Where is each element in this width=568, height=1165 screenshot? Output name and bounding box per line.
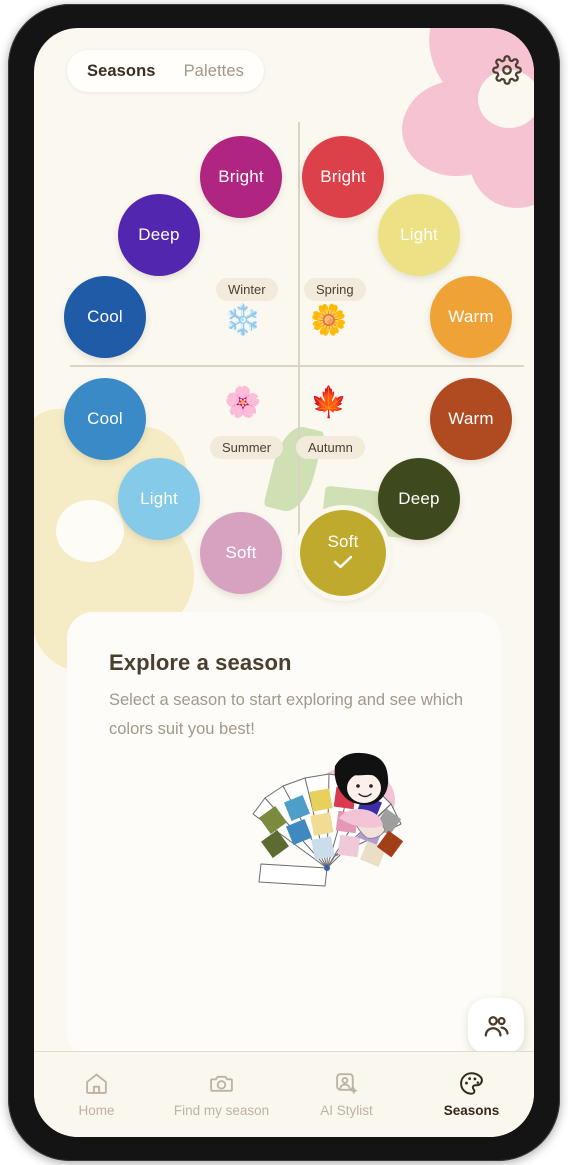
tab-seasons[interactable]: Seasons <box>73 50 170 92</box>
phone-frame: Seasons Palettes ❄️ Winter Bright Deep C… <box>8 4 560 1161</box>
grid-vertical-divider <box>298 122 300 572</box>
attribute-label: Deep <box>138 225 180 244</box>
color-fan-illustration <box>235 752 425 912</box>
attribute-circle-spring-warm[interactable]: Warm <box>430 276 512 358</box>
nav-item-home[interactable]: Home <box>34 1052 159 1137</box>
season-emoji-autumn: 🍁 <box>310 386 348 419</box>
bottom-navigation: Home Find my season AI Stylist Seasons <box>34 1051 534 1137</box>
attribute-label: Bright <box>320 167 366 186</box>
attribute-label: Cool <box>87 409 123 428</box>
attribute-circle-summer-soft[interactable]: Soft <box>200 512 282 594</box>
seasons-quadrant-grid: ❄️ Winter Bright Deep Cool 🌼 Spring Brig… <box>34 106 534 606</box>
explore-card-subtitle: Select a season to start exploring and s… <box>109 691 464 738</box>
attribute-label: Light <box>400 225 438 244</box>
nav-label: Home <box>78 1103 115 1118</box>
attribute-circle-autumn-soft[interactable]: Soft <box>300 510 386 596</box>
season-emoji-spring: 🌼 <box>310 304 348 337</box>
season-label-summer: Summer <box>210 436 284 459</box>
grid-horizontal-divider <box>70 365 524 367</box>
explore-season-card: Explore a season Select a season to star… <box>67 612 501 1059</box>
season-label-winter: Winter <box>216 278 278 301</box>
nav-label: Seasons <box>443 1103 500 1118</box>
attribute-label: Light <box>140 489 178 508</box>
season-emoji-winter: ❄️ <box>224 304 262 337</box>
attribute-label: Soft <box>327 532 359 551</box>
nav-item-find-my-season[interactable]: Find my season <box>159 1052 284 1137</box>
camera-icon <box>210 1075 233 1092</box>
attribute-circle-winter-bright[interactable]: Bright <box>200 136 282 218</box>
attribute-circle-spring-light[interactable]: Light <box>378 194 460 276</box>
attribute-label: Cool <box>87 307 123 326</box>
settings-button[interactable] <box>492 55 522 85</box>
nav-item-ai-stylist[interactable]: AI Stylist <box>284 1052 409 1137</box>
gear-icon <box>492 55 522 85</box>
attribute-label: Bright <box>218 167 264 186</box>
attribute-circle-summer-light[interactable]: Light <box>118 458 200 540</box>
attribute-circle-autumn-warm[interactable]: Warm <box>430 378 512 460</box>
palette-icon <box>460 1072 483 1095</box>
attribute-circle-winter-deep[interactable]: Deep <box>118 194 200 276</box>
app-screen: Seasons Palettes ❄️ Winter Bright Deep C… <box>34 28 534 1137</box>
attribute-label: Warm <box>448 409 494 428</box>
attribute-circle-autumn-deep[interactable]: Deep <box>378 458 460 540</box>
nav-label: AI Stylist <box>320 1103 373 1118</box>
home-icon <box>86 1073 107 1094</box>
attribute-label: Soft <box>225 543 257 562</box>
nav-label: Find my season <box>173 1103 270 1118</box>
season-emoji-summer: 🌸 <box>224 386 262 419</box>
explore-card-title: Explore a season <box>109 650 292 675</box>
attribute-circle-summer-cool[interactable]: Cool <box>64 378 146 460</box>
nav-item-seasons[interactable]: Seasons <box>409 1052 534 1137</box>
attribute-circle-winter-cool[interactable]: Cool <box>64 276 146 358</box>
view-toggle[interactable]: Seasons Palettes <box>67 50 264 92</box>
season-label-spring: Spring <box>304 278 366 301</box>
attribute-label: Warm <box>448 307 494 326</box>
attribute-circle-spring-bright[interactable]: Bright <box>302 136 384 218</box>
community-fab-button[interactable] <box>468 998 524 1054</box>
tab-palettes[interactable]: Palettes <box>170 50 258 92</box>
season-label-autumn: Autumn <box>296 436 365 459</box>
people-group-icon <box>484 1015 509 1037</box>
checkmark-icon <box>333 554 353 574</box>
attribute-label: Deep <box>398 489 440 508</box>
ai-person-sparkle-icon <box>336 1073 358 1095</box>
